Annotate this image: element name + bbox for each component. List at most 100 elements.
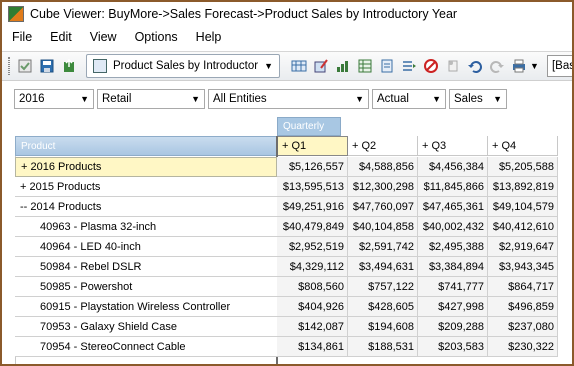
chart-icon[interactable] xyxy=(335,58,351,74)
cube-view-icon xyxy=(93,59,107,73)
column-header-q3[interactable]: + Q3 xyxy=(418,136,488,156)
measure-dropdown[interactable]: Sales ▼ xyxy=(449,89,507,109)
data-cell[interactable]: $757,122 xyxy=(348,277,418,297)
no-entry-icon[interactable] xyxy=(423,58,439,74)
data-cell[interactable]: $2,591,742 xyxy=(348,237,418,257)
save-icon[interactable] xyxy=(39,58,55,74)
toolbar: Product Sales by Introductor ▼ ▼ [Bas xyxy=(2,51,572,81)
cube-view-tab-label: Product Sales by Introductor xyxy=(113,60,259,72)
menu-bar: File Edit View Options Help xyxy=(2,27,572,47)
row-header-cell[interactable]: -- 2014 Products xyxy=(15,197,277,217)
menu-view[interactable]: View xyxy=(81,30,126,44)
redo-icon[interactable] xyxy=(489,58,505,74)
window-title: Cube Viewer: BuyMore->Sales Forecast->Pr… xyxy=(30,7,458,21)
data-cell[interactable]: $741,777 xyxy=(418,277,488,297)
data-cell[interactable]: $3,494,631 xyxy=(348,257,418,277)
data-cell[interactable]: $11,845,866 xyxy=(418,177,488,197)
edit-chart-icon[interactable] xyxy=(313,58,329,74)
table-row: 70954 - StereoConnect Cable $134,861 $188,… xyxy=(2,337,572,357)
data-cell[interactable]: $13,595,513 xyxy=(277,177,348,197)
data-cell[interactable]: $12,300,298 xyxy=(348,177,418,197)
entity-dropdown[interactable]: All Entities ▼ xyxy=(208,89,369,109)
data-cell[interactable]: $142,087 xyxy=(277,317,348,337)
data-cell[interactable]: $5,126,557 xyxy=(277,157,348,177)
chevron-down-icon: ▼ xyxy=(432,94,441,104)
data-cell[interactable]: $427,998 xyxy=(418,297,488,317)
data-cell[interactable]: $194,608 xyxy=(348,317,418,337)
checkbox-icon[interactable] xyxy=(17,58,33,74)
print-icon[interactable] xyxy=(511,58,527,74)
data-cell[interactable]: $2,495,388 xyxy=(418,237,488,257)
data-cell[interactable]: $3,384,894 xyxy=(418,257,488,277)
data-cell[interactable]: $3,943,345 xyxy=(488,257,558,277)
table-row: 40964 - LED 40-inch $2,952,519 $2,591,742 $… xyxy=(2,237,572,257)
spreadsheet-icon[interactable] xyxy=(357,58,373,74)
document-icon[interactable] xyxy=(379,58,395,74)
row-header-cell[interactable]: 40963 - Plasma 32-inch xyxy=(15,217,277,237)
grid-view-icon[interactable] xyxy=(291,58,307,74)
data-cell[interactable]: $428,605 xyxy=(348,297,418,317)
year-dropdown[interactable]: 2016 ▼ xyxy=(14,89,94,109)
data-cell[interactable]: $230,322 xyxy=(488,337,558,357)
chevron-down-icon: ▼ xyxy=(493,94,502,104)
column-header-q4[interactable]: + Q4 xyxy=(488,136,558,156)
data-cell[interactable]: $40,412,610 xyxy=(488,217,558,237)
cube-view-tab[interactable]: Product Sales by Introductor ▼ xyxy=(86,54,281,78)
print-dropdown-icon[interactable]: ▼ xyxy=(530,61,539,71)
data-cell[interactable]: $13,892,819 xyxy=(488,177,558,197)
data-cell[interactable]: $47,760,097 xyxy=(348,197,418,217)
row-header-cell[interactable]: 50985 - Powershot xyxy=(15,277,277,297)
data-cell[interactable]: $2,919,647 xyxy=(488,237,558,257)
cube-grid: Quarterly Product + Q1 + Q2 + Q3 + Q4 + … xyxy=(2,114,572,364)
data-cell[interactable]: $40,479,849 xyxy=(277,217,348,237)
data-cell[interactable]: $5,205,588 xyxy=(488,157,558,177)
data-cell[interactable]: $203,583 xyxy=(418,337,488,357)
data-cell[interactable]: $404,926 xyxy=(277,297,348,317)
table-row: 50984 - Rebel DSLR $4,329,112 $3,494,631 $3… xyxy=(2,257,572,277)
data-cell[interactable]: $4,588,856 xyxy=(348,157,418,177)
data-cell[interactable]: $496,859 xyxy=(488,297,558,317)
base-selector[interactable]: [Bas xyxy=(546,55,572,77)
row-header-cell[interactable]: 70953 - Galaxy Shield Case xyxy=(15,317,277,337)
export-icon[interactable] xyxy=(61,58,77,74)
row-header-cell[interactable]: 70954 - StereoConnect Cable xyxy=(15,337,277,357)
column-header-q1[interactable]: + Q1 xyxy=(277,136,348,156)
table-row: 60915 - Playstation Wireless Controller $… xyxy=(2,297,572,317)
data-cell[interactable]: $134,861 xyxy=(277,337,348,357)
scenario-dropdown[interactable]: Actual ▼ xyxy=(372,89,446,109)
menu-options[interactable]: Options xyxy=(126,30,187,44)
row-header-cell[interactable]: 40964 - LED 40-inch xyxy=(15,237,277,257)
data-cell[interactable]: $237,080 xyxy=(488,317,558,337)
data-cell[interactable]: $49,104,579 xyxy=(488,197,558,217)
chevron-down-icon[interactable]: ▼ xyxy=(264,61,273,71)
row-header-cell[interactable]: 50984 - Rebel DSLR xyxy=(15,257,277,277)
data-cell[interactable]: $4,456,384 xyxy=(418,157,488,177)
data-cell[interactable]: $864,717 xyxy=(488,277,558,297)
data-cell[interactable]: $209,288 xyxy=(418,317,488,337)
chevron-down-icon: ▼ xyxy=(191,94,200,104)
row-header-cell[interactable]: 60915 - Playstation Wireless Controller xyxy=(15,297,277,317)
data-cell[interactable]: $188,531 xyxy=(348,337,418,357)
list-arrow-icon[interactable] xyxy=(401,58,417,74)
data-cell[interactable]: $47,465,361 xyxy=(418,197,488,217)
channel-dropdown[interactable]: Retail ▼ xyxy=(97,89,205,109)
toolbar-grip[interactable] xyxy=(8,57,10,75)
data-cell[interactable]: $49,251,916 xyxy=(277,197,348,217)
data-cell[interactable]: $2,952,519 xyxy=(277,237,348,257)
undo-icon[interactable] xyxy=(467,58,483,74)
data-cell[interactable]: $40,002,432 xyxy=(418,217,488,237)
data-cell[interactable]: $4,329,112 xyxy=(277,257,348,277)
column-dimension-label[interactable]: Quarterly xyxy=(277,117,341,136)
clear-icon[interactable] xyxy=(445,58,461,74)
menu-file[interactable]: File xyxy=(2,30,41,44)
menu-edit[interactable]: Edit xyxy=(41,30,81,44)
column-header-q2[interactable]: + Q2 xyxy=(348,136,418,156)
row-header-cell[interactable]: + 2016 Products xyxy=(15,157,277,177)
column-header-row: Product + Q1 + Q2 + Q3 + Q4 xyxy=(2,136,572,156)
row-header-cell[interactable]: + 2015 Products xyxy=(15,177,277,197)
data-cell[interactable]: $40,104,858 xyxy=(348,217,418,237)
row-dimension-label[interactable]: Product xyxy=(15,136,277,156)
data-cell[interactable]: $808,560 xyxy=(277,277,348,297)
menu-help[interactable]: Help xyxy=(187,30,231,44)
cube-viewer-app-icon xyxy=(8,6,24,22)
